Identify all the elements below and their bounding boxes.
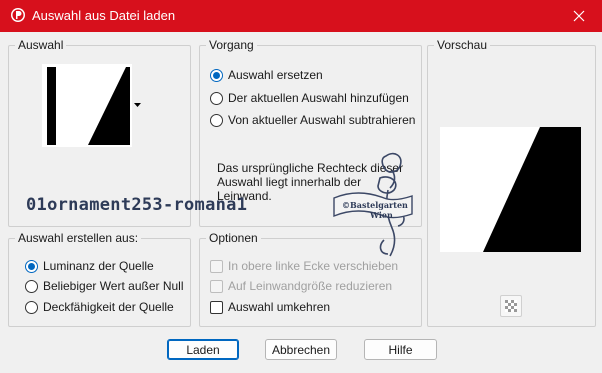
checkbox[interactable] bbox=[210, 300, 223, 314]
watermark-text: 01ornament253-romana1 bbox=[26, 195, 248, 215]
radio-auswahl-ersetzen[interactable]: Auswahl ersetzen bbox=[210, 66, 323, 84]
radio-button[interactable] bbox=[210, 91, 223, 105]
watermark-stamp: ©Bastelgarten Wien bbox=[333, 152, 413, 257]
dropdown-arrow-icon bbox=[134, 103, 141, 107]
watermark-stamp-line2: Wien bbox=[369, 210, 393, 220]
app-icon bbox=[11, 8, 25, 22]
window-title: Auswahl aus Datei laden bbox=[32, 8, 176, 23]
radio-button[interactable] bbox=[25, 279, 38, 293]
checkbox-label: Auswahl umkehren bbox=[228, 300, 331, 314]
title-bar: Auswahl aus Datei laden bbox=[0, 0, 602, 32]
radio-beliebiger-wert[interactable]: Beliebiger Wert außer Null bbox=[25, 277, 184, 295]
cancel-button[interactable]: Abbrechen bbox=[265, 339, 337, 360]
checkbox-label: Auf Leinwandgröße reduzieren bbox=[228, 279, 393, 293]
radio-label: Von aktueller Auswahl subtrahieren bbox=[228, 113, 416, 127]
selection-thumbnail bbox=[42, 64, 132, 147]
radio-button[interactable] bbox=[25, 259, 38, 273]
radio-auswahl-hinzufuegen[interactable]: Der aktuellen Auswahl hinzufügen bbox=[210, 89, 409, 107]
radio-deckfaehigkeit[interactable]: Deckfähigkeit der Quelle bbox=[25, 298, 174, 316]
radio-label: Deckfähigkeit der Quelle bbox=[43, 300, 174, 314]
load-button[interactable]: Laden bbox=[167, 339, 239, 360]
optionen-label: Optionen bbox=[206, 231, 261, 245]
radio-label: Auswahl ersetzen bbox=[228, 68, 323, 82]
erstellen-label: Auswahl erstellen aus: bbox=[15, 231, 142, 245]
vorschau-label: Vorschau bbox=[434, 38, 491, 52]
radio-button[interactable] bbox=[25, 300, 38, 314]
checkbox-auswahl-umkehren[interactable]: Auswahl umkehren bbox=[210, 298, 330, 316]
watermark-stamp-line1: ©Bastelgarten bbox=[342, 200, 408, 210]
checkbox-leinwandgroesse[interactable]: Auf Leinwandgröße reduzieren bbox=[210, 277, 392, 295]
checkbox[interactable] bbox=[210, 259, 223, 273]
close-button[interactable] bbox=[556, 0, 602, 32]
close-icon bbox=[573, 10, 585, 22]
vorgang-label: Vorgang bbox=[206, 38, 257, 52]
radio-button[interactable] bbox=[210, 68, 223, 82]
radio-label: Luminanz der Quelle bbox=[43, 259, 154, 273]
help-button[interactable]: Hilfe bbox=[364, 339, 437, 360]
auswahl-label: Auswahl bbox=[15, 38, 67, 52]
radio-luminanz[interactable]: Luminanz der Quelle bbox=[25, 257, 154, 275]
checkbox[interactable] bbox=[210, 279, 223, 293]
radio-auswahl-subtrahieren[interactable]: Von aktueller Auswahl subtrahieren bbox=[210, 111, 415, 129]
radio-label: Beliebiger Wert außer Null bbox=[43, 279, 184, 293]
checkerboard-icon bbox=[505, 300, 517, 312]
radio-label: Der aktuellen Auswahl hinzufügen bbox=[228, 91, 409, 105]
selection-thumbnail-picker[interactable] bbox=[42, 64, 142, 147]
preview-image bbox=[440, 127, 581, 252]
radio-button[interactable] bbox=[210, 113, 223, 127]
transparency-toggle-button[interactable] bbox=[500, 295, 522, 317]
